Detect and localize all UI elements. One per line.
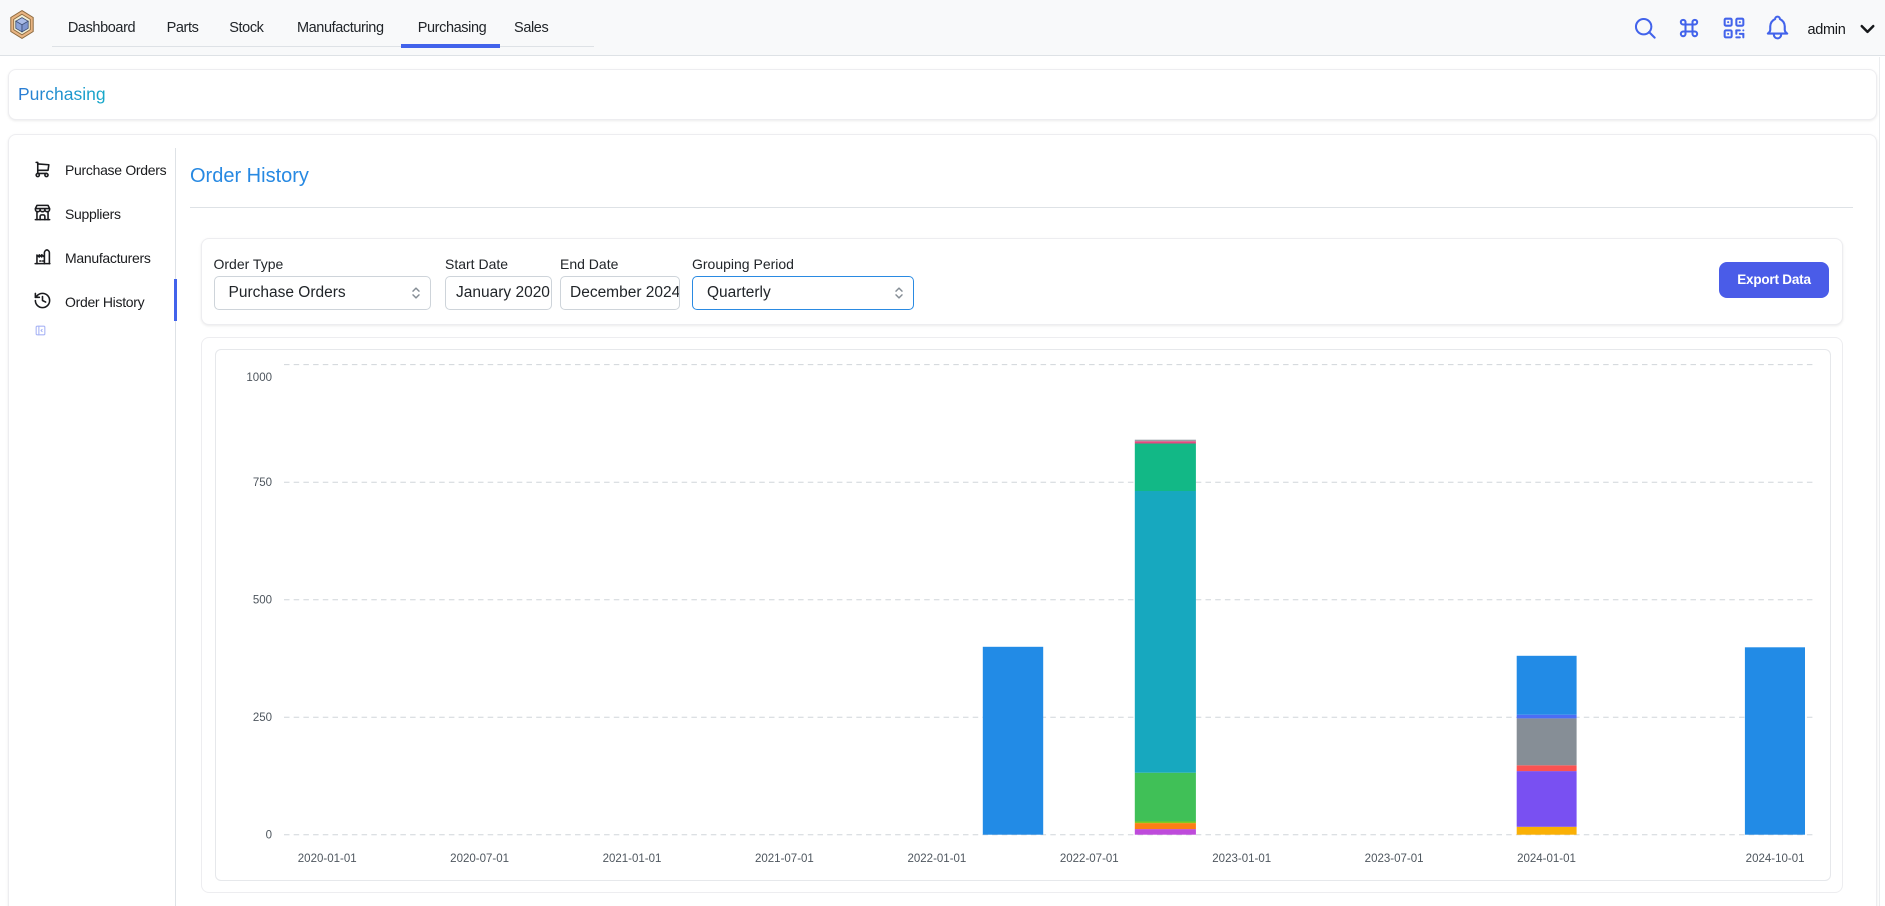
svg-text:2024-01-01: 2024-01-01 (1517, 853, 1576, 865)
svg-text:2022-01-01: 2022-01-01 (907, 853, 966, 865)
svg-text:2024-10-01: 2024-10-01 (1746, 853, 1805, 865)
svg-text:1000: 1000 (246, 372, 272, 384)
svg-text:0: 0 (266, 830, 272, 842)
svg-text:500: 500 (253, 595, 272, 607)
svg-text:2023-01-01: 2023-01-01 (1212, 853, 1271, 865)
svg-text:2021-07-01: 2021-07-01 (755, 853, 814, 865)
svg-text:2021-01-01: 2021-01-01 (603, 853, 662, 865)
svg-text:2022-07-01: 2022-07-01 (1060, 853, 1119, 865)
svg-text:2020-07-01: 2020-07-01 (450, 853, 509, 865)
svg-text:2020-01-01: 2020-01-01 (298, 853, 357, 865)
svg-text:250: 250 (253, 712, 272, 724)
svg-text:2023-07-01: 2023-07-01 (1365, 853, 1424, 865)
svg-text:750: 750 (253, 477, 272, 489)
